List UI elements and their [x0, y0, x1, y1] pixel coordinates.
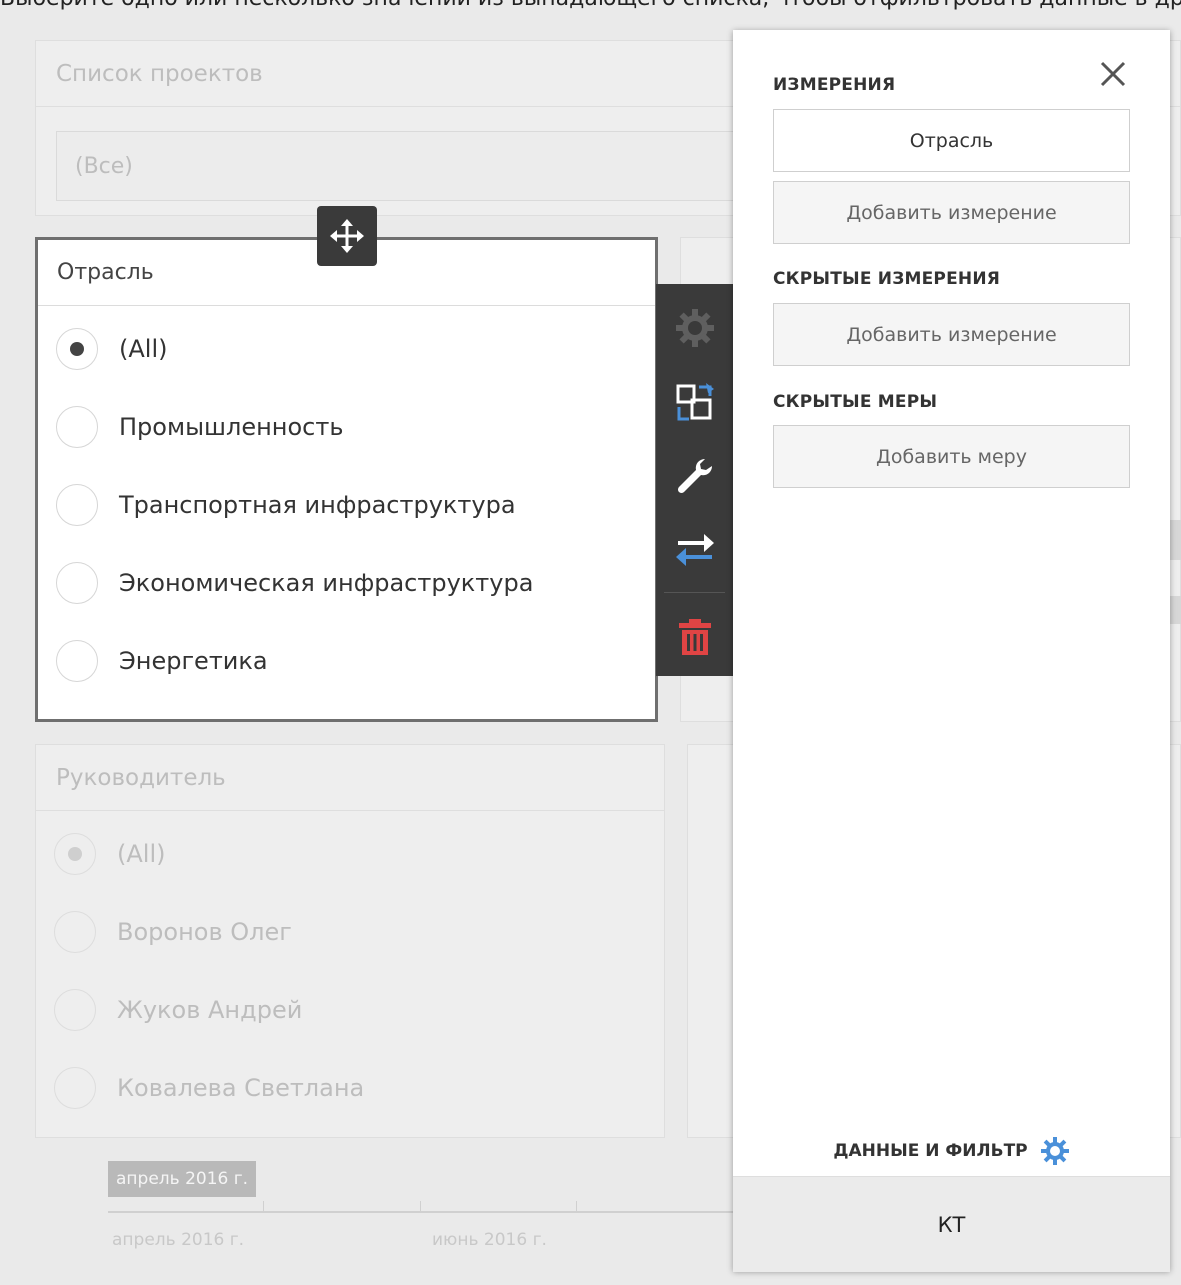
close-icon	[1100, 61, 1126, 87]
leader-option-zhukov[interactable]: Жуков Андрей	[36, 971, 664, 1049]
radio-button[interactable]	[54, 833, 96, 875]
data-filter-link[interactable]: ДАННЫЕ И ФИЛЬТР	[733, 1126, 1170, 1176]
industry-option-label: Транспортная инфраструктура	[119, 491, 516, 519]
item-toolbar	[656, 284, 733, 676]
radio-button[interactable]	[54, 911, 96, 953]
trash-icon	[678, 619, 711, 655]
radio-button[interactable]	[54, 989, 96, 1031]
convert-button[interactable]	[656, 368, 733, 438]
industry-filter-panel[interactable]: Отрасль (All) Промышленность Транспортна…	[35, 237, 658, 722]
timeline-tick	[420, 1201, 421, 1212]
add-dimension-button[interactable]: Добавить измерение	[773, 181, 1130, 244]
radio-button[interactable]	[56, 484, 98, 526]
leader-option-label: Ковалева Светлана	[117, 1074, 365, 1102]
data-filter-label: ДАННЫЕ И ФИЛЬТР	[833, 1141, 1028, 1161]
swap-button[interactable]	[656, 515, 733, 585]
add-hidden-dimension-button[interactable]: Добавить измерение	[773, 303, 1130, 366]
leader-option-voronov[interactable]: Воронов Олег	[36, 893, 664, 971]
scroll-strip	[1170, 596, 1181, 624]
industry-option-all[interactable]: (All)	[38, 310, 655, 388]
binding-side-panel: ИЗМЕРЕНИЯ Отрасль Добавить измерение СКР…	[733, 30, 1170, 1272]
industry-option-economic[interactable]: Экономическая инфраструктура	[38, 544, 655, 622]
scroll-strip	[1170, 520, 1181, 560]
industry-option-label: (All)	[119, 335, 168, 363]
industry-option-energy[interactable]: Энергетика	[38, 622, 655, 700]
swap-icon	[675, 534, 714, 566]
leader-option-all[interactable]: (All)	[36, 815, 664, 893]
timeline-tick	[263, 1201, 264, 1212]
hidden-measures-section-title: СКРЫТЫЕ МЕРЫ	[773, 392, 938, 412]
radio-button[interactable]	[54, 1067, 96, 1109]
bottom-tab[interactable]: КТ	[733, 1176, 1170, 1272]
timeline-label: июнь 2016 г.	[432, 1230, 547, 1250]
toolbar-separator	[664, 592, 725, 593]
leader-option-label: Жуков Андрей	[117, 996, 303, 1024]
close-button[interactable]	[1095, 56, 1131, 92]
timeline-selection-badge[interactable]: апрель 2016 г.	[108, 1161, 257, 1197]
project-list-select[interactable]: (Все)	[56, 131, 756, 201]
industry-option-industry[interactable]: Промышленность	[38, 388, 655, 466]
hidden-dimensions-section-title: СКРЫТЫЕ ИЗМЕРЕНИЯ	[773, 269, 1001, 289]
dimensions-section-title: ИЗМЕРЕНИЯ	[773, 75, 896, 95]
industry-option-label: Промышленность	[119, 413, 344, 441]
radio-button[interactable]	[56, 406, 98, 448]
radio-button[interactable]	[56, 328, 98, 370]
leader-option-kovaleva[interactable]: Ковалева Светлана	[36, 1049, 664, 1127]
leader-option-label: (All)	[117, 840, 166, 868]
settings-button[interactable]	[656, 293, 733, 363]
move-handle[interactable]	[317, 206, 377, 266]
gear-icon	[1040, 1137, 1069, 1165]
leader-panel-title: Руководитель	[36, 745, 664, 811]
dimension-item-industry[interactable]: Отрасль	[773, 109, 1130, 172]
options-button[interactable]	[656, 440, 733, 510]
delete-button[interactable]	[656, 602, 733, 672]
industry-option-label: Экономическая инфраструктура	[119, 569, 534, 597]
convert-icon	[676, 383, 714, 421]
leader-panel: Руководитель (All) Воронов Олег Жуков Ан…	[35, 744, 665, 1138]
radio-selected-dot	[70, 342, 84, 356]
cropped-instruction-text: Выберите одно или несколько значений из …	[0, 0, 1181, 10]
move-icon	[330, 219, 364, 253]
radio-button[interactable]	[56, 640, 98, 682]
industry-option-transport[interactable]: Транспортная инфраструктура	[38, 466, 655, 544]
radio-button[interactable]	[56, 562, 98, 604]
add-measure-button[interactable]: Добавить меру	[773, 425, 1130, 488]
wrench-icon	[677, 458, 712, 494]
leader-option-label: Воронов Олег	[117, 918, 292, 946]
industry-option-label: Энергетика	[119, 647, 268, 675]
radio-selected-dot	[68, 847, 82, 861]
timeline-label: апрель 2016 г.	[112, 1230, 245, 1250]
gear-icon	[675, 309, 714, 347]
timeline-tick	[576, 1201, 577, 1212]
